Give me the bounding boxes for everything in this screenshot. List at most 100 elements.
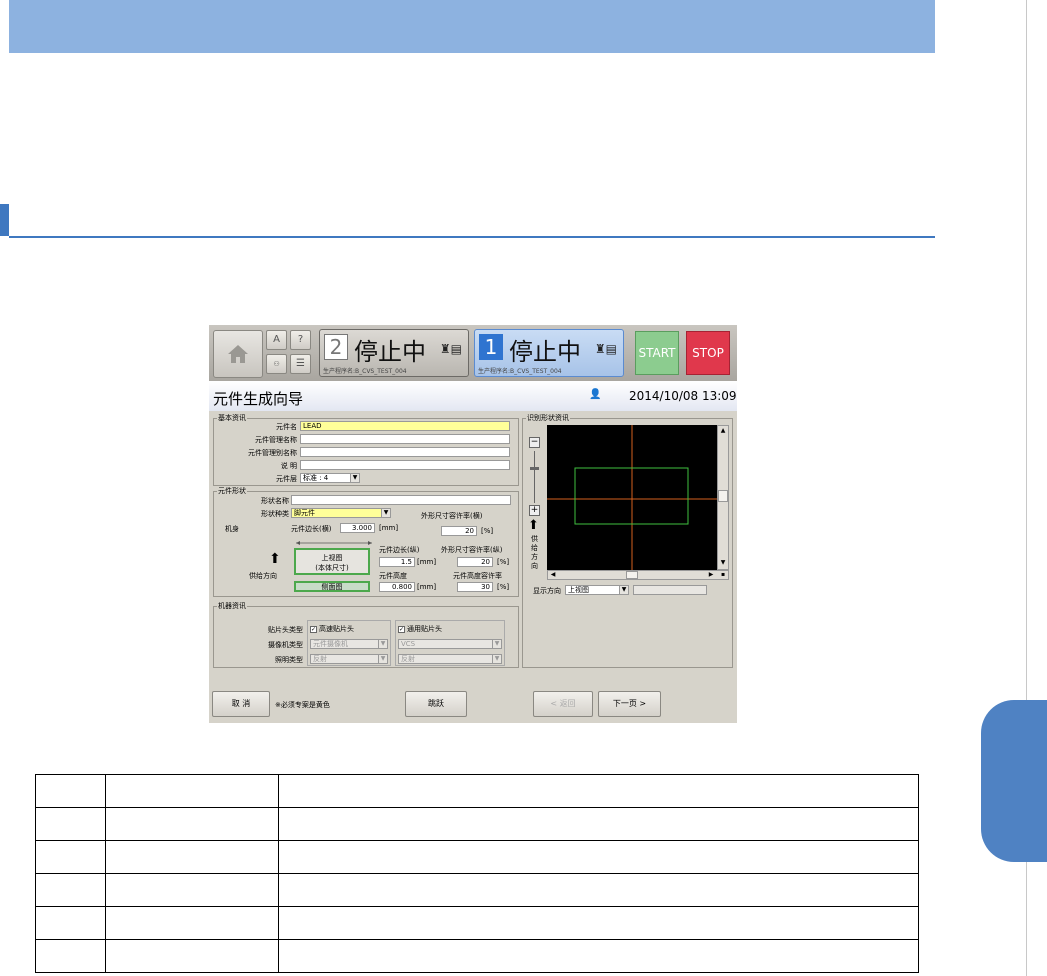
users-icon: ⚇ — [273, 360, 280, 368]
description-field[interactable] — [300, 460, 510, 470]
camera1-select[interactable]: 元件摄像机 ▼ — [310, 639, 388, 649]
mgmt-alias-field[interactable] — [300, 447, 510, 457]
scroll-thumb[interactable] — [718, 490, 728, 502]
table-cell — [278, 840, 919, 874]
stop-button[interactable]: STOP — [686, 331, 730, 375]
shape-name-field[interactable] — [291, 495, 511, 505]
skip-button[interactable]: 跳跃 — [405, 691, 467, 717]
tol-x-unit: [%] — [481, 527, 494, 535]
layer-select[interactable]: 标准 : 4 ▼ — [300, 473, 360, 483]
tool-button[interactable]: ☰ — [290, 354, 311, 374]
scroll-left-icon[interactable]: ◀ — [548, 571, 558, 579]
recognition-shape-canvas — [547, 425, 717, 570]
user-switch-button[interactable]: ⚇ — [266, 354, 287, 374]
component-name-field[interactable]: LEAD — [300, 421, 510, 431]
shape-type-select[interactable]: 脚元件 ▼ — [291, 508, 391, 518]
table-row — [35, 873, 919, 907]
table-cell — [105, 939, 279, 973]
high-speed-head-checkbox[interactable]: ✓ 高速贴片头 — [310, 624, 354, 634]
mgmt-alias-label: 元件管理别名称 — [248, 449, 297, 457]
user-icon: 👤 — [589, 389, 602, 400]
a-button[interactable]: A — [266, 330, 287, 350]
home-button[interactable] — [213, 330, 263, 378]
desc-label: 说 明 — [280, 462, 297, 470]
general-head-checkbox[interactable]: ✓ 通用贴片头 — [398, 624, 442, 634]
light2-value: 反射 — [401, 655, 415, 663]
head2-label: 通用贴片头 — [407, 625, 442, 633]
up-arrow-icon: ⬆ — [269, 551, 281, 567]
viewer-vertical-scrollbar[interactable]: ▲ ▼ — [717, 425, 729, 570]
side-x-unit: [mm] — [379, 524, 399, 532]
name-label: 元件名 — [276, 423, 297, 431]
layer-value: 标准 : 4 — [303, 474, 329, 482]
parameter-table — [35, 774, 919, 973]
component-wizard-screenshot: A ? ⚇ ☰ 2 停止中 ♜▤ 生产程序名:B_CVS_TEST_004 1 … — [209, 325, 737, 723]
light1-select[interactable]: 反射 ▼ — [310, 654, 388, 664]
chevron-down-icon: ▼ — [378, 655, 387, 663]
recog-shape-title: 识别形状资讯 — [526, 413, 570, 423]
zoom-out-button[interactable]: − — [529, 437, 540, 448]
width-dimension-arrow — [296, 541, 372, 545]
scroll-thumb[interactable] — [626, 571, 638, 579]
zoom-slider-track[interactable] — [534, 451, 535, 503]
required-note: ※必须专案是黄色 — [275, 701, 330, 709]
chevron-down-icon: ▼ — [378, 640, 387, 648]
scroll-up-icon[interactable]: ▲ — [718, 426, 728, 436]
datetime: 2014/10/08 13:09 — [629, 389, 737, 403]
side-x-field[interactable]: 3.000 — [340, 523, 375, 533]
start-button[interactable]: START — [635, 331, 679, 375]
table-cell — [105, 906, 279, 940]
tol-x-field[interactable]: 20 — [441, 526, 477, 536]
station-1-status[interactable]: 1 停止中 ♜▤ 生产程序名:B_CVS_TEST_004 — [474, 329, 624, 377]
shape-name-label: 形状名称 — [261, 497, 289, 505]
help-button[interactable]: ? — [290, 330, 311, 350]
layer-label: 元件层 — [276, 475, 297, 483]
back-button[interactable]: < 返回 — [533, 691, 593, 717]
table-row — [35, 807, 919, 841]
display-direction-select[interactable]: 上视图 ▼ — [565, 585, 629, 595]
table-cell — [35, 873, 106, 907]
camera-type-label: 摄像机类型 — [268, 641, 303, 649]
table-row — [35, 939, 919, 973]
side-view-diagram[interactable]: 侧面图 — [294, 581, 370, 592]
shape-group-title: 元件形状 — [217, 486, 247, 496]
top-view-sub-label: (本体尺寸) — [315, 564, 349, 572]
mgmt-name-field[interactable] — [300, 434, 510, 444]
side-y-field[interactable]: 1.5 — [379, 557, 415, 567]
check-icon: ✓ — [310, 625, 317, 633]
table-cell — [35, 939, 106, 973]
scroll-down-icon[interactable]: ▼ — [718, 558, 728, 568]
cancel-button[interactable]: 取 消 — [212, 691, 270, 717]
station-2-number: 2 — [324, 334, 348, 360]
tol-y-field[interactable]: 20 — [457, 557, 493, 567]
tol-y-label: 外形尺寸容许率(纵) — [441, 546, 503, 554]
a-label: A — [273, 334, 280, 345]
station-2-status[interactable]: 2 停止中 ♜▤ 生产程序名:B_CVS_TEST_004 — [319, 329, 469, 377]
next-button[interactable]: 下一页 > — [598, 691, 661, 717]
zoom-in-button[interactable]: + — [529, 505, 540, 516]
viewer-horizontal-scrollbar[interactable]: ◀ ▶ ▪ — [547, 570, 729, 580]
table-cell — [105, 840, 279, 874]
side-y-label: 元件边长(纵) — [379, 546, 420, 554]
section-rule — [9, 236, 935, 238]
tol-h-field[interactable]: 30 — [457, 582, 493, 592]
window-titlebar: 元件生成向导 👤 2014/10/08 13:09 — [209, 381, 737, 411]
station-1-number: 1 — [479, 334, 503, 360]
scroll-right-icon[interactable]: ▶ — [706, 571, 716, 579]
body-label: 机身 — [225, 525, 239, 533]
recognition-viewer[interactable] — [547, 425, 717, 570]
top-view-diagram[interactable]: 上视图 (本体尺寸) — [294, 548, 370, 575]
height-field[interactable]: 0.800 — [379, 582, 415, 592]
light2-select[interactable]: 反射 ▼ — [398, 654, 502, 664]
feed-direction-label: 供给方向 — [249, 572, 277, 580]
side-y-unit: [mm] — [417, 558, 437, 566]
camera1-value: 元件摄像机 — [313, 640, 348, 648]
zoom-slider-thumb[interactable] — [530, 467, 539, 470]
check-icon: ✓ — [398, 625, 405, 633]
table-row — [35, 774, 919, 808]
station-1-program: 生产程序名:B_CVS_TEST_004 — [478, 368, 562, 375]
table-cell — [278, 906, 919, 940]
chevron-down-icon: ▼ — [492, 655, 501, 663]
camera2-select[interactable]: VCS ▼ — [398, 639, 502, 649]
tol-h-unit: [%] — [497, 583, 510, 591]
